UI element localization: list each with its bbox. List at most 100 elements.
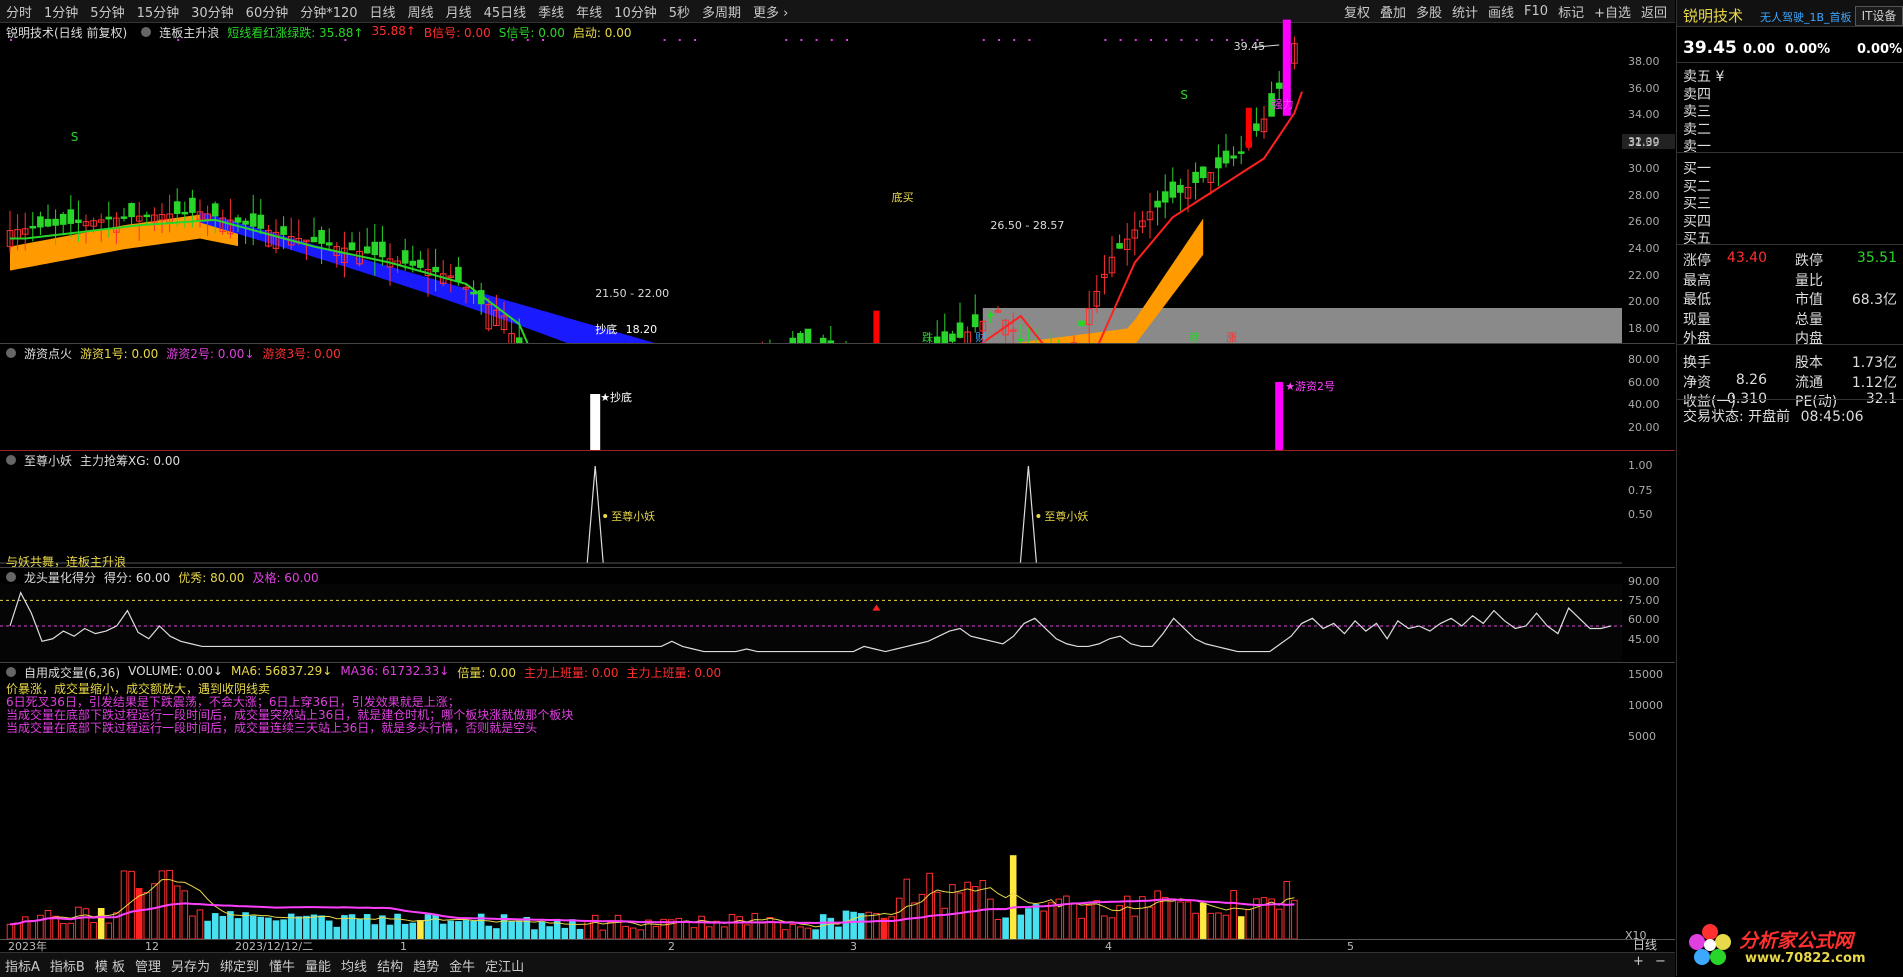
zhizun-chart[interactable]: 至尊小妖 至尊小妖: [0, 451, 1622, 567]
toolbar-right-4[interactable]: 画线: [1488, 2, 1514, 21]
signal-dot: [1119, 39, 1122, 41]
volume-bar: [1245, 908, 1253, 940]
volume-bar: [774, 921, 781, 940]
toolbar-right-8[interactable]: 返回: [1641, 2, 1667, 21]
s-signal-label: S: [1180, 88, 1188, 102]
zoom-in-button[interactable]: +: [1633, 954, 1644, 969]
bottom-tab-10[interactable]: 趋势: [413, 956, 439, 975]
volume-bar: [325, 920, 333, 940]
zoom-out-button[interactable]: −: [1655, 954, 1666, 969]
stock-tag[interactable]: 无人驾驶_1B_首板: [1760, 9, 1852, 25]
volume-bar: [576, 928, 584, 940]
toolbar-right-6[interactable]: 标记: [1558, 2, 1584, 21]
period-tab-9[interactable]: 月线: [446, 2, 472, 21]
candle-body: [128, 203, 135, 218]
period-tab-8[interactable]: 周线: [408, 2, 434, 21]
bottom-tab-11[interactable]: 金牛: [449, 956, 475, 975]
industry-tag[interactable]: IT设备: [1855, 6, 1903, 26]
candle-body: [401, 250, 409, 264]
toolbar-right-3[interactable]: 统计: [1452, 2, 1478, 21]
volume-panel: 自用成交量(6,36) VOLUME: 0.00↓ MA6: 56837.29↓ M…: [0, 663, 1675, 953]
candle-body: [1230, 155, 1237, 159]
bottom-tab-6[interactable]: 懂牛: [269, 956, 295, 975]
main-price-axis: 38.00 36.00 34.00 32.00 30.00 28.00 26.00 24.00…: [1622, 23, 1675, 343]
bottom-tab-7[interactable]: 量能: [305, 956, 331, 975]
volume-bar: [234, 918, 242, 940]
score-axis: 90.00 75.00 60.00 45.00: [1622, 568, 1675, 662]
period-tab-0[interactable]: 分时: [6, 2, 32, 21]
price-pct-2: 0.00%: [1857, 42, 1903, 57]
quote-panel: 锐明技术 无人驾驶_1B_首板 IT设备 39.45 0.00 0.00% 0.…: [1633, 0, 1903, 976]
volume-bar: [637, 929, 645, 940]
volume-bar: [1040, 910, 1047, 940]
volume-bar: [561, 927, 569, 940]
volume-bar: [485, 925, 493, 940]
period-tab-5[interactable]: 60分钟: [246, 2, 289, 21]
period-tab-3[interactable]: 15分钟: [137, 2, 180, 21]
bottom-tab-5[interactable]: 绑定到: [220, 956, 259, 975]
range-label-1: 21.50 - 22.00: [595, 287, 669, 300]
bottom-tab-4[interactable]: 另存为: [171, 956, 210, 975]
candlestick-chart[interactable]: 39.4521.50 - 22.0026.50 - 28.57抄底 18.20强力…: [0, 19, 1675, 562]
signal-dot: [511, 39, 514, 41]
volume-bar: [1002, 917, 1009, 940]
toolbar-right-2[interactable]: 多股: [1416, 2, 1442, 21]
axis-tick: 20.00: [1628, 420, 1660, 434]
toolbar-right-0[interactable]: 复权: [1344, 2, 1370, 21]
toolbar-right-5[interactable]: F10: [1524, 4, 1548, 19]
volume-bar: [90, 922, 97, 940]
candle-body: [1192, 171, 1199, 183]
toolbar-right: 复权 叠加 多股 统计 画线 F10 标记 +自选 返回: [1334, 0, 1667, 22]
candle-body: [234, 217, 242, 223]
volume-bar: [994, 919, 1002, 940]
period-tab-13[interactable]: 10分钟: [614, 2, 657, 21]
volume-bar: [67, 922, 75, 940]
bottom-tab-0[interactable]: 指标A: [5, 956, 40, 975]
period-tab-10[interactable]: 45日线: [484, 2, 527, 21]
volume-bar: [371, 924, 379, 940]
volume-bar: [409, 922, 417, 940]
youzi2-label: ★游资2号: [1285, 380, 1335, 393]
axis-tick: 30.00: [1628, 161, 1660, 175]
signal-dot: [1180, 39, 1183, 41]
event-marker: 财: [975, 330, 986, 344]
volume-bar: [1070, 903, 1078, 940]
signal-dot: [1104, 39, 1107, 41]
volume-bar: [386, 924, 394, 940]
trade-status: 交易状态: 开盘前 08:45:06: [1683, 409, 1864, 425]
toolbar-right-1[interactable]: 叠加: [1380, 2, 1406, 21]
candle-body: [1199, 166, 1207, 179]
period-tab-6[interactable]: 分钟*120: [300, 2, 357, 21]
volume-chart[interactable]: 2023年 12 2023/12/12/二 1 2 3 4 5X10: [0, 663, 1675, 953]
volume-bar: [1078, 917, 1085, 940]
toolbar-right-7[interactable]: +自选: [1594, 2, 1631, 21]
period-tab-12[interactable]: 年线: [576, 2, 602, 21]
bottom-tab-8[interactable]: 均线: [341, 956, 367, 975]
bottom-tab-9[interactable]: 结构: [377, 956, 403, 975]
youzi-axis: 80.00 60.00 40.00 20.00: [1622, 344, 1675, 450]
period-tab-15[interactable]: 多周期: [702, 2, 741, 21]
score-chart[interactable]: [0, 568, 1622, 662]
period-label[interactable]: 日线: [1633, 936, 1657, 953]
volume-bar: [97, 907, 105, 940]
volume-bar: [439, 923, 447, 940]
candle-body: [1169, 181, 1177, 198]
period-tab-16[interactable]: 更多 ›: [753, 2, 788, 21]
youzi-chart[interactable]: ★抄底 ★游资2号: [0, 344, 1622, 450]
bottom-tab-12[interactable]: 定江山: [485, 956, 524, 975]
period-tab-1[interactable]: 1分钟: [44, 2, 78, 21]
candle-body: [1177, 184, 1184, 193]
bottom-tab-3[interactable]: 管理: [135, 956, 161, 975]
signal-dot: [10, 39, 12, 41]
period-tab-2[interactable]: 5分钟: [90, 2, 124, 21]
period-tab-7[interactable]: 日线: [370, 2, 396, 21]
period-tab-4[interactable]: 30分钟: [191, 2, 234, 21]
bottom-tab-1[interactable]: 指标B: [50, 956, 85, 975]
bottom-tab-2[interactable]: 模 板: [95, 956, 125, 975]
volume-bar: [44, 909, 52, 940]
volume-bar: [1184, 901, 1192, 940]
period-tab-14[interactable]: 5秒: [669, 2, 690, 21]
period-tab-11[interactable]: 季线: [538, 2, 564, 21]
stat-value: 35.51: [1856, 250, 1897, 266]
zhizun-axis: 1.00 0.75 0.50: [1622, 451, 1675, 567]
